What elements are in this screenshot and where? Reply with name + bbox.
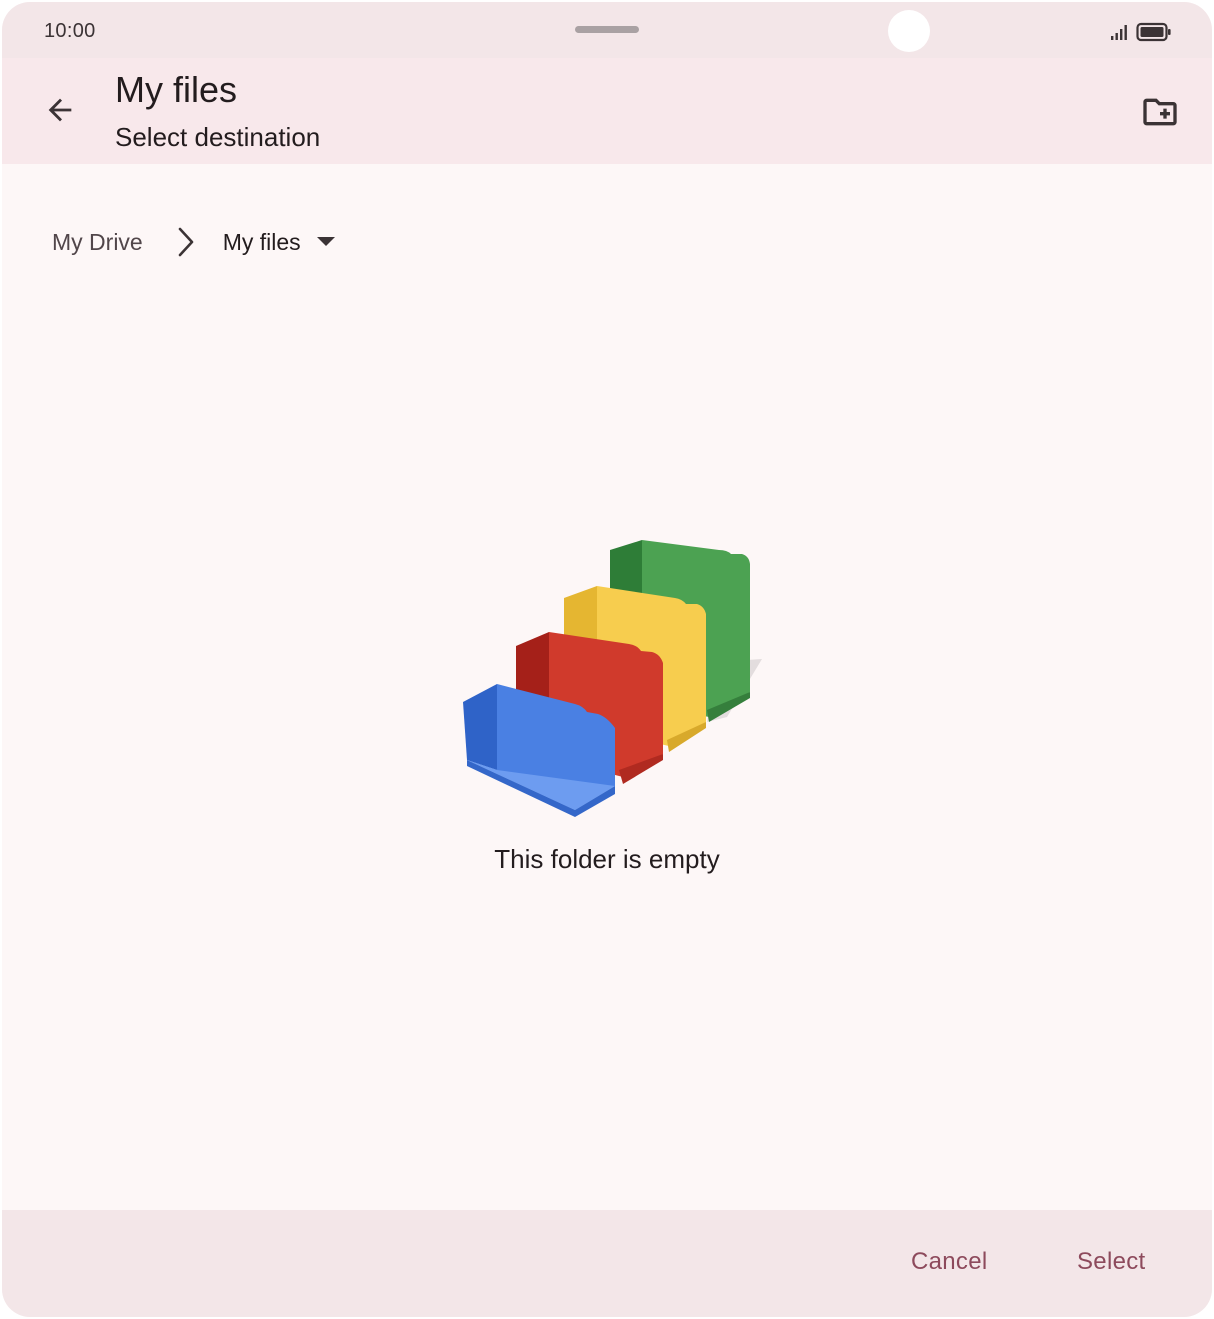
- top-app-bar: My files Select destination: [2, 58, 1212, 164]
- camera-cutout: [888, 10, 930, 52]
- page-subtitle: Select destination: [115, 122, 321, 152]
- chevron-right-icon: [175, 225, 197, 259]
- empty-state-message: This folder is empty: [494, 844, 720, 874]
- bottom-action-bar: Cancel Select: [2, 1210, 1212, 1317]
- status-bar: 10:00: [2, 2, 1212, 58]
- device-frame: 10:00 My files Select destination My Dri…: [2, 2, 1212, 1317]
- battery-icon: [1136, 22, 1171, 42]
- drag-handle[interactable]: [575, 26, 639, 33]
- breadcrumb-current-label: My files: [222, 228, 301, 255]
- status-time: 10:00: [44, 20, 96, 42]
- breadcrumb-my-drive[interactable]: My Drive: [52, 229, 143, 256]
- page-title: My files: [115, 69, 238, 110]
- empty-folder-illustration: [463, 540, 762, 817]
- breadcrumb: My Drive My files: [52, 222, 335, 262]
- breadcrumb-my-files-dropdown[interactable]: My files: [223, 229, 335, 256]
- signal-icon: [1111, 25, 1127, 40]
- cancel-button[interactable]: Cancel: [911, 1248, 988, 1276]
- select-button[interactable]: Select: [1077, 1248, 1146, 1276]
- arrow-drop-down-icon: [316, 237, 335, 247]
- back-button[interactable]: [30, 80, 90, 140]
- new-folder-button[interactable]: [1130, 82, 1190, 142]
- create-new-folder-icon: [1143, 98, 1177, 126]
- arrow-back-icon: [48, 98, 72, 122]
